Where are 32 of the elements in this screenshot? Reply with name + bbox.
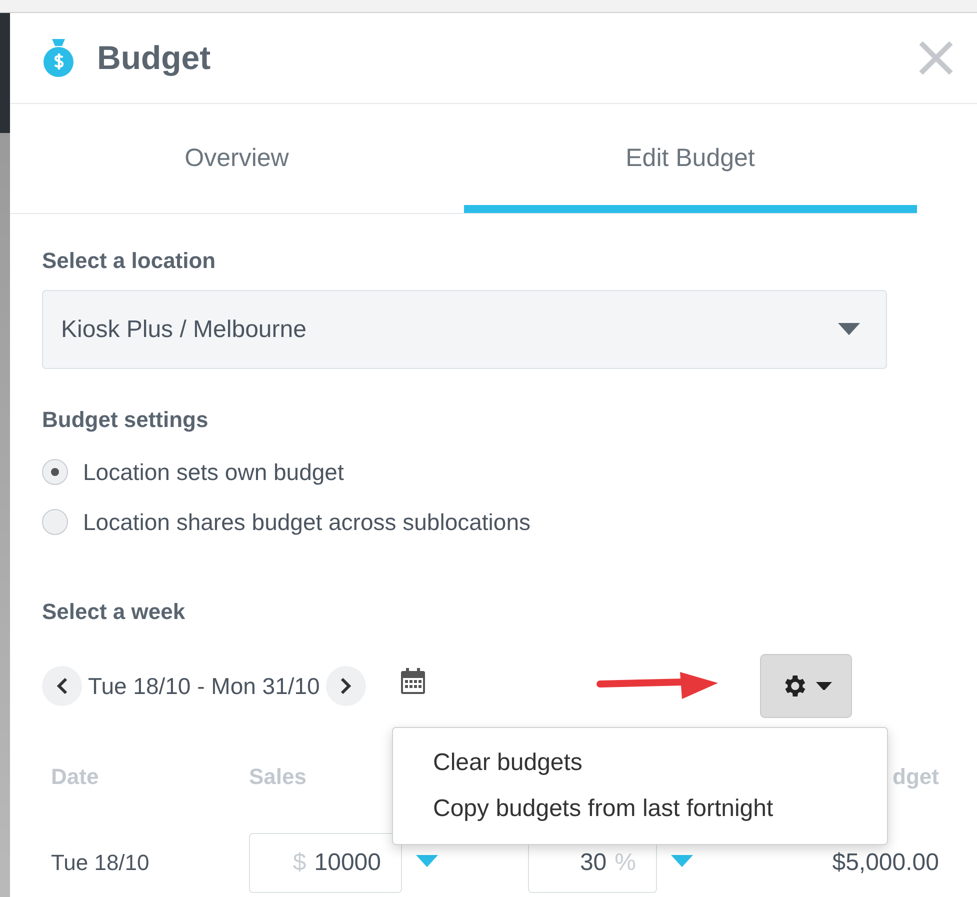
chevron-left-icon bbox=[56, 677, 68, 695]
column-header: Sales bbox=[249, 764, 306, 790]
settings-button[interactable] bbox=[760, 654, 852, 718]
radio-label: Location shares budget across sublocations bbox=[83, 508, 531, 536]
radio-label: Location sets own budget bbox=[83, 458, 344, 486]
caret-icon bbox=[816, 682, 832, 690]
money-bag-icon bbox=[42, 39, 75, 77]
week-range: Tue 18/10 - Mon 31/10 bbox=[88, 672, 320, 700]
caret-icon bbox=[416, 854, 438, 867]
caret-icon bbox=[838, 323, 860, 336]
date-cell-text: Tue 18/10 bbox=[50, 850, 150, 876]
menu-item[interactable]: Copy budgets from last fortnight bbox=[393, 786, 887, 832]
budget-cell: $5,000.00 bbox=[832, 849, 939, 877]
previous-button[interactable] bbox=[42, 666, 82, 706]
chevron-right-icon bbox=[340, 677, 352, 695]
arrow-icon bbox=[596, 671, 720, 701]
sales-input[interactable]: $ 10000 bbox=[249, 833, 402, 893]
section-label: Select a week bbox=[42, 599, 186, 625]
tab[interactable]: Edit Budget bbox=[464, 104, 917, 213]
section-label: Budget settings bbox=[42, 407, 210, 433]
radio-button[interactable] bbox=[42, 509, 68, 535]
column-header: Date bbox=[50, 764, 100, 790]
location-dropdown[interactable]: Kiosk Plus / Melbourne bbox=[42, 290, 887, 369]
tab[interactable]: Overview bbox=[10, 104, 464, 213]
column-header: dget bbox=[892, 764, 939, 790]
window-title: Budget bbox=[97, 39, 212, 77]
next-button[interactable] bbox=[326, 666, 366, 706]
section-label: Select a location bbox=[42, 248, 217, 274]
calendar-icon[interactable] bbox=[400, 667, 426, 695]
caret-icon bbox=[671, 854, 693, 867]
menu-item[interactable]: Clear budgets bbox=[393, 740, 887, 786]
radio-button[interactable] bbox=[42, 459, 68, 485]
